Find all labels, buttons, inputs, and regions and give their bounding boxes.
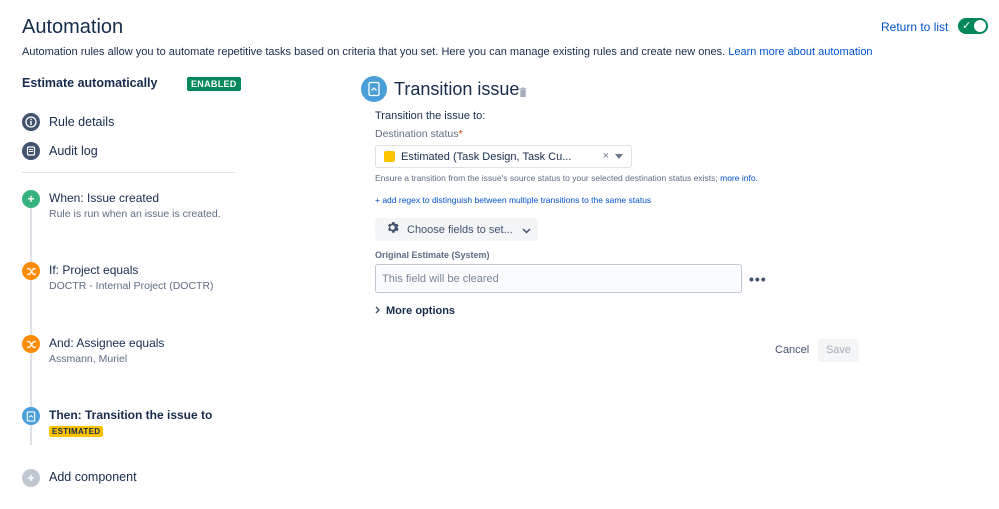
document-icon xyxy=(22,407,40,425)
step-subtitle: Assmann, Muriel xyxy=(49,353,128,365)
intro-text: Automation rules allow you to automate r… xyxy=(22,46,873,58)
sidebar-item-rule-details[interactable]: Rule details xyxy=(22,113,114,131)
plus-icon: + xyxy=(22,190,40,208)
sidebar-item-label: Rule details xyxy=(49,115,115,129)
chevron-down-icon xyxy=(522,221,531,239)
more-options-toggle[interactable]: More options xyxy=(375,305,455,317)
toggle-knob xyxy=(974,20,986,32)
divider xyxy=(22,172,235,173)
cancel-button[interactable]: Cancel xyxy=(768,339,816,362)
rule-enabled-toggle[interactable]: ✓ xyxy=(958,18,988,34)
save-button[interactable]: Save xyxy=(818,339,859,362)
hint-text: Ensure a transition from the issue's sou… xyxy=(375,173,718,183)
status-color-swatch xyxy=(384,151,395,162)
step-title: Add component xyxy=(49,470,137,484)
choose-fields-label: Choose fields to set... xyxy=(407,223,513,236)
transition-icon xyxy=(361,76,387,102)
return-to-list-link[interactable]: Return to list xyxy=(881,20,948,34)
step-subtitle: Rule is run when an issue is created. xyxy=(49,208,221,220)
rule-name: Estimate automatically xyxy=(22,76,158,90)
sidebar-item-label: Audit log xyxy=(49,144,98,158)
destination-status-select[interactable]: Estimated (Task Design, Task Cu... × xyxy=(375,145,632,168)
more-options-label: More options xyxy=(386,305,456,317)
step-title: If: Project equals xyxy=(49,263,139,277)
step-subtitle: DOCTR - Internal Project (DOCTR) xyxy=(49,280,214,292)
more-info-link[interactable]: more info. xyxy=(720,173,758,183)
choose-fields-button[interactable]: Choose fields to set... xyxy=(375,218,538,241)
required-star: * xyxy=(458,128,463,140)
destination-status-value: Estimated (Task Design, Task Cu... xyxy=(401,150,572,163)
status-lozenge: ESTIMATED xyxy=(49,426,104,437)
check-icon: ✓ xyxy=(962,20,972,32)
shuffle-icon xyxy=(22,262,40,280)
clear-icon[interactable]: × xyxy=(603,150,609,162)
add-regex-link[interactable]: + add regex to distinguish between multi… xyxy=(375,195,651,205)
plus-icon: + xyxy=(22,469,40,487)
chevron-down-icon[interactable] xyxy=(615,154,623,159)
intro-description: Automation rules allow you to automate r… xyxy=(22,46,726,58)
info-icon xyxy=(22,113,40,131)
status-badge: ENABLED xyxy=(187,77,241,91)
gear-icon xyxy=(386,221,399,239)
destination-status-text: Destination status xyxy=(375,128,459,140)
destination-status-label: Destination status* xyxy=(375,128,463,140)
step-title: Then: Transition the issue to xyxy=(49,408,213,422)
learn-more-link[interactable]: Learn more about automation xyxy=(728,46,872,58)
transition-hint: Ensure a transition from the issue's sou… xyxy=(375,173,758,183)
transition-label: Transition the issue to: xyxy=(375,110,486,122)
shuffle-icon xyxy=(22,335,40,353)
more-actions-icon[interactable]: ••• xyxy=(749,271,767,287)
log-icon xyxy=(22,142,40,160)
sidebar-item-audit-log[interactable]: Audit log xyxy=(22,142,98,160)
original-estimate-input[interactable] xyxy=(375,264,742,293)
action-title: Transition issue xyxy=(394,79,520,99)
trash-icon[interactable] xyxy=(518,85,528,103)
original-estimate-label: Original Estimate (System) xyxy=(375,250,490,260)
step-title: And: Assignee equals xyxy=(49,336,165,350)
step-title: When: Issue created xyxy=(49,191,160,205)
chevron-right-icon xyxy=(375,306,381,316)
page-title: Automation xyxy=(22,16,124,38)
